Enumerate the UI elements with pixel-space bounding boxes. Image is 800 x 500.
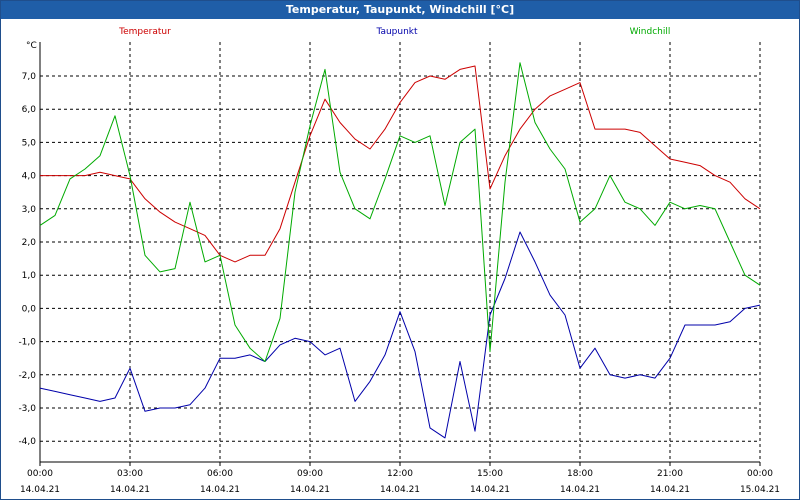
x-tick-time: 21:00	[657, 469, 683, 479]
y-axis-unit: °C	[26, 41, 37, 51]
x-tick-time: 06:00	[207, 469, 233, 479]
y-tick-label: 7,0	[22, 72, 37, 82]
x-tick-date: 14.04.21	[560, 485, 600, 495]
x-tick-time: 12:00	[387, 469, 413, 479]
legend-item: Taupunkt	[375, 27, 418, 37]
x-tick-date: 14.04.21	[290, 485, 330, 495]
x-tick-date: 14.04.21	[20, 485, 60, 495]
series-line-taupunkt	[39, 231, 761, 439]
y-tick-label: 0,0	[22, 304, 37, 314]
y-tick-label: 4,0	[22, 172, 37, 182]
line-chart: 7,0 6,0 5,0 4,0 3,0 2,0 1,0 0,0 -1,0 -2,0 -3,0 -4,0…	[18, 27, 780, 495]
x-tick-date: 14.04.21	[110, 485, 150, 495]
y-tick-label: -3,0	[18, 404, 36, 414]
x-tick-date: 14.04.21	[200, 485, 240, 495]
x-tick-date: 14.04.21	[380, 485, 420, 495]
x-tick-date: 15.04.21	[740, 485, 780, 495]
y-tick-label: -1,0	[18, 338, 36, 348]
x-tick-time: 15:00	[477, 469, 503, 479]
x-tick-time: 03:00	[117, 469, 143, 479]
x-tick-date: 14.04.21	[470, 485, 510, 495]
x-tick-date: 14.04.21	[650, 485, 690, 495]
y-tick-label: 1,0	[22, 271, 37, 281]
x-tick-time: 00:00	[747, 469, 773, 479]
y-tick-label: 5,0	[22, 138, 37, 148]
x-tick-time: 09:00	[297, 469, 323, 479]
y-tick-label: 2,0	[22, 238, 37, 248]
y-tick-label: -4,0	[18, 437, 36, 447]
y-tick-label: 6,0	[22, 105, 37, 115]
x-tick-time: 00:00	[27, 469, 53, 479]
legend-item: Windchill	[630, 27, 671, 37]
x-tick-time: 18:00	[567, 469, 593, 479]
y-tick-label: -2,0	[18, 371, 36, 381]
legend-item: Temperatur	[118, 27, 171, 37]
y-tick-label: 3,0	[22, 205, 37, 215]
